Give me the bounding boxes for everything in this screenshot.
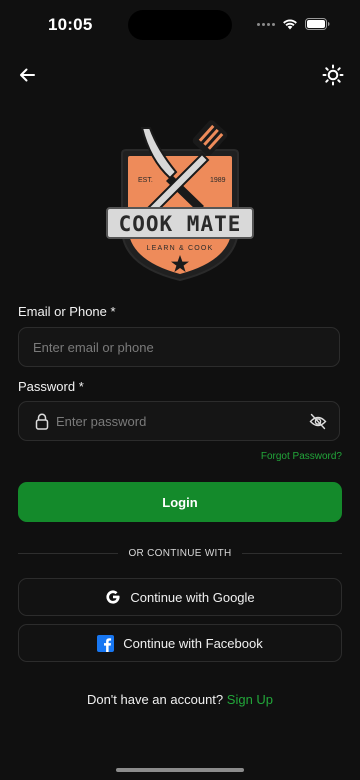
google-signin-button[interactable]: Continue with Google: [18, 578, 342, 616]
google-icon: [106, 590, 120, 604]
signup-link[interactable]: Sign Up: [227, 692, 273, 707]
facebook-button-label: Continue with Facebook: [123, 635, 263, 651]
arrow-left-icon: [20, 68, 35, 82]
battery-icon: [305, 18, 330, 30]
google-button-label: Continue with Google: [130, 589, 255, 605]
status-bar: 10:05: [0, 0, 360, 50]
email-label: Email or Phone *: [18, 304, 116, 319]
cellular-signal-icon: [257, 22, 275, 26]
theme-toggle-button[interactable]: [320, 62, 346, 88]
home-indicator: [116, 768, 244, 772]
svg-text:1989: 1989: [210, 177, 226, 184]
signup-row: Don't have an account? Sign Up: [0, 692, 360, 707]
status-time: 10:05: [48, 15, 93, 34]
forgot-password-link[interactable]: Forgot Password?: [261, 451, 342, 462]
svg-text:EST.: EST.: [138, 177, 153, 184]
cook-mate-logo: EST. 1989 COOK MATE LEARN & COOK: [106, 120, 254, 282]
sun-icon: [322, 64, 344, 86]
eye-off-icon[interactable]: [309, 413, 327, 430]
signup-prompt: Don't have an account?: [86, 692, 224, 707]
password-label: Password *: [18, 379, 84, 394]
svg-text:COOK MATE: COOK MATE: [119, 212, 242, 236]
email-field-container[interactable]: [18, 327, 340, 367]
login-button[interactable]: Login: [18, 482, 342, 522]
facebook-icon: [97, 634, 115, 652]
lock-icon: [35, 413, 49, 430]
back-button[interactable]: [14, 62, 40, 88]
wifi-icon: [283, 19, 297, 30]
or-continue-with-text: OR CONTINUE WITH: [128, 547, 232, 559]
status-icons: [257, 16, 330, 32]
dynamic-island: [128, 10, 232, 40]
divider-line-right: [241, 552, 342, 554]
or-divider: OR CONTINUE WITH: [18, 546, 342, 560]
divider-line-left: [18, 552, 119, 554]
password-field[interactable]: [56, 402, 306, 440]
top-bar: [0, 58, 360, 92]
password-field-container[interactable]: [18, 401, 340, 441]
facebook-signin-button[interactable]: Continue with Facebook: [18, 624, 342, 662]
email-field[interactable]: [33, 328, 323, 366]
svg-text:LEARN & COOK: LEARN & COOK: [147, 245, 214, 252]
